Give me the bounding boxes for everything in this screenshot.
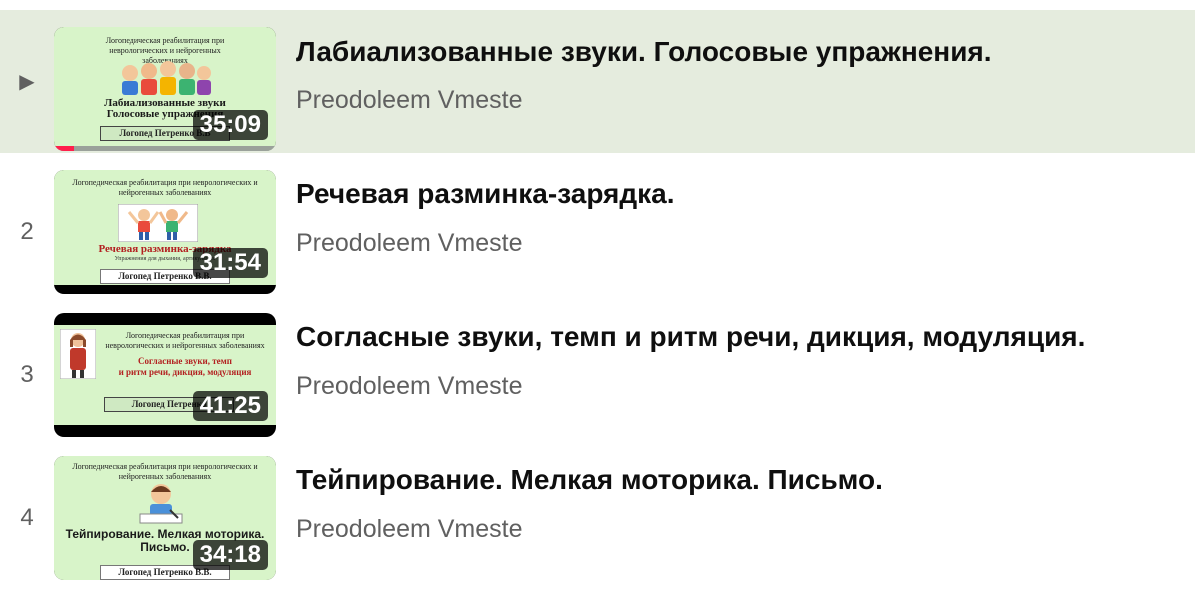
video-thumbnail[interactable]: Логопедическая реабилитация при невролог…: [54, 170, 276, 294]
playlist-index: 2: [20, 217, 34, 245]
channel-name[interactable]: Preodoleem Vmeste: [296, 372, 523, 401]
watch-progress-fill: [54, 146, 74, 151]
playlist-item[interactable]: 3 Логопедическая реабилитация при неврол…: [0, 303, 1195, 446]
duration-badge: 31:54: [192, 248, 268, 278]
channel-name[interactable]: Preodoleem Vmeste: [296, 229, 523, 258]
playlist-panel: ▶ Логопедическая реабилитация при неврол…: [0, 0, 1195, 587]
thumbnail-title-line2: и ритм речи, дикция, модуляция: [118, 367, 252, 377]
channel-name[interactable]: Preodoleem Vmeste: [296, 86, 523, 115]
video-thumbnail[interactable]: Логопедическая реабилитация при невролог…: [54, 27, 276, 151]
thumbnail-header-text: Логопедическая реабилитация при невролог…: [72, 462, 258, 481]
writing-child-illustration: [139, 484, 183, 524]
teacher-illustration: [60, 329, 96, 379]
playlist-item[interactable]: 2 Логопедическая реабилитация при неврол…: [0, 160, 1195, 303]
watch-progress-bar: [54, 146, 276, 151]
duration-badge: 34:18: [192, 540, 268, 570]
video-title[interactable]: Лабиализованные звуки. Голосовые упражне…: [296, 36, 992, 68]
video-title[interactable]: Согласные звуки, темп и ритм речи, дикци…: [296, 321, 1085, 353]
duration-badge: 35:09: [192, 110, 268, 140]
duration-badge: 41:25: [192, 391, 268, 421]
channel-name[interactable]: Preodoleem Vmeste: [296, 515, 523, 544]
thumbnail-header-text: Логопедическая реабилитация при невролог…: [105, 331, 265, 350]
exercising-kids-illustration: [118, 204, 198, 242]
playlist-item[interactable]: ▶ Логопедическая реабилитация при неврол…: [0, 10, 1195, 153]
playlist-index: 3: [20, 360, 34, 388]
now-playing-indicator: ▶: [0, 10, 54, 153]
video-thumbnail[interactable]: Логопедическая реабилитация при невролог…: [54, 456, 276, 580]
video-title[interactable]: Речевая разминка-зарядка.: [296, 178, 675, 210]
playlist-index: 4: [20, 503, 34, 531]
play-icon: ▶: [19, 71, 35, 93]
thumbnail-title-line1: Согласные звуки, темп: [138, 356, 232, 366]
playlist-item[interactable]: 4 Логопедическая реабилитация при неврол…: [0, 446, 1195, 589]
video-thumbnail[interactable]: Логопедическая реабилитация при невролог…: [54, 313, 276, 437]
children-illustration: [122, 61, 211, 95]
thumbnail-header-text: Логопедическая реабилитация при невролог…: [72, 178, 258, 197]
video-title[interactable]: Тейпирование. Мелкая моторика. Письмо.: [296, 464, 883, 496]
